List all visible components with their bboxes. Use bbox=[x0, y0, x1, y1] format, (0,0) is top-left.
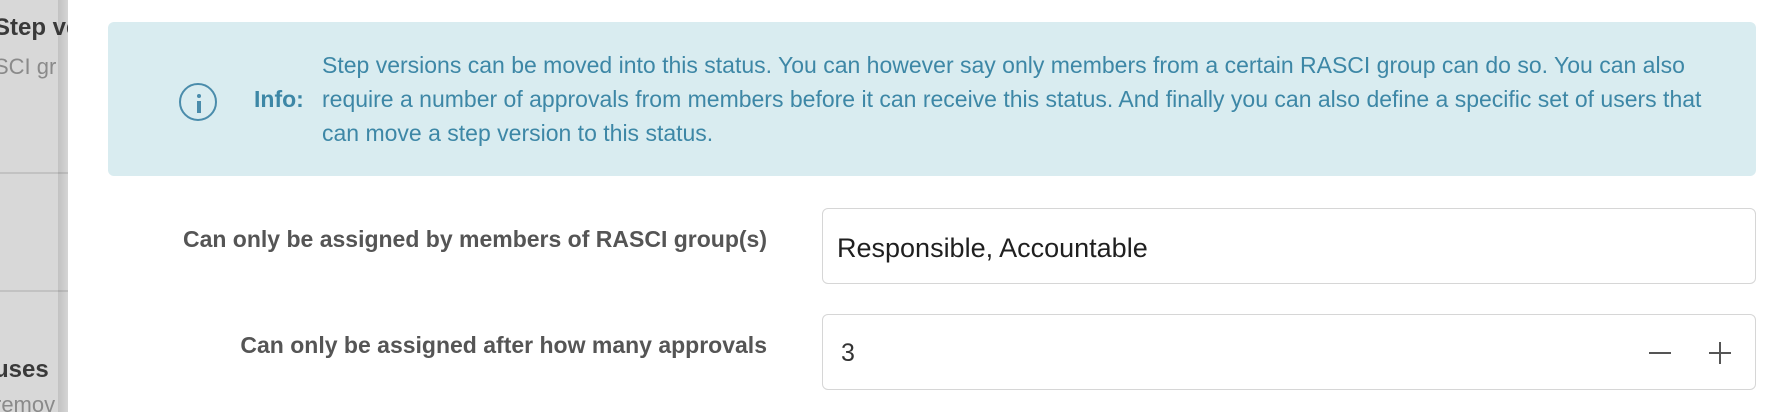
status-settings-panel: Info: Step versions can be moved into th… bbox=[68, 0, 1776, 412]
approvals-stepper[interactable]: 3 bbox=[822, 314, 1756, 390]
background-section-title: uses bbox=[0, 356, 49, 383]
info-alert-message: Step versions can be moved into this sta… bbox=[322, 52, 1702, 146]
background-section-subtitle: remov bbox=[0, 392, 56, 412]
increment-button[interactable] bbox=[1699, 333, 1739, 373]
minus-icon bbox=[1649, 352, 1671, 354]
app-window: Step ve SCI gr uses remov Info: Step ver… bbox=[0, 0, 1776, 412]
rasci-groups-value: Responsible, Accountable bbox=[837, 233, 1148, 263]
rasci-groups-label: Can only be assigned by members of RASCI… bbox=[182, 226, 767, 252]
background-section-subtitle: SCI gr bbox=[0, 54, 57, 79]
decrement-button[interactable] bbox=[1639, 333, 1679, 373]
info-alert-label: Info: bbox=[254, 86, 304, 112]
info-alert: Info: Step versions can be moved into th… bbox=[108, 22, 1756, 176]
approvals-label: Can only be assigned after how many appr… bbox=[240, 332, 767, 358]
rasci-groups-select[interactable]: Responsible, Accountable bbox=[822, 208, 1756, 284]
approvals-count-input[interactable]: 3 bbox=[841, 339, 855, 368]
info-circle-icon bbox=[179, 83, 217, 121]
